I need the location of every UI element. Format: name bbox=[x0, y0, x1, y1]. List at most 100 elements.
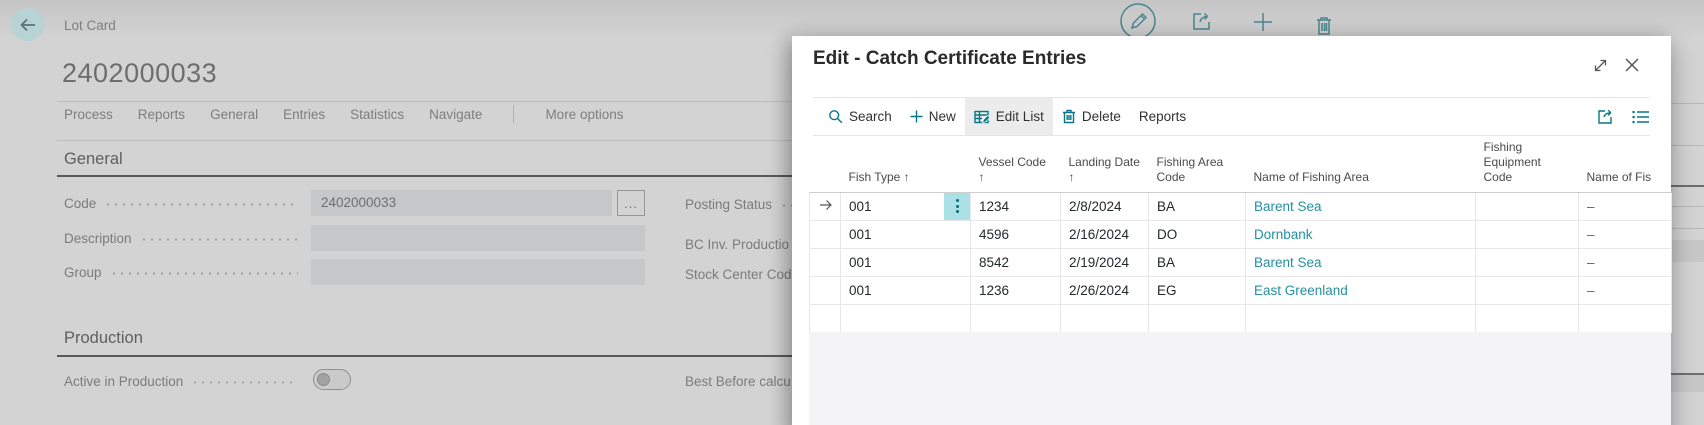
section-heading-production: Production bbox=[64, 329, 143, 348]
menu-item-process[interactable]: Process bbox=[64, 107, 113, 122]
dotted-leader bbox=[104, 203, 298, 206]
plus-icon bbox=[910, 110, 923, 123]
edit-list-button[interactable]: Edit List bbox=[965, 98, 1053, 135]
table-row: 001 8542 2/19/2024 BA Barent Sea – bbox=[810, 248, 1672, 276]
fishing-area-name-cell[interactable]: Dornbank bbox=[1246, 220, 1476, 248]
table-empty-row bbox=[810, 304, 1672, 332]
close-dialog-button[interactable] bbox=[1621, 54, 1643, 76]
fishing-area-code-cell[interactable]: EG bbox=[1149, 276, 1246, 304]
stock-center-label: Stock Center Cod bbox=[685, 267, 792, 282]
equipment-code-cell[interactable] bbox=[1476, 276, 1579, 304]
view-options-icon[interactable] bbox=[1632, 109, 1650, 125]
equipment-name-cell[interactable]: – bbox=[1579, 220, 1672, 248]
fishing-area-code-cell[interactable]: BA bbox=[1149, 248, 1246, 276]
fishing-area-code-cell[interactable]: BA bbox=[1149, 192, 1246, 220]
row-pointer-cell bbox=[810, 248, 841, 276]
group-label: Group bbox=[64, 265, 102, 280]
share-icon[interactable] bbox=[1596, 107, 1617, 126]
code-input[interactable]: 2402000033 bbox=[311, 190, 612, 216]
active-in-production-toggle[interactable] bbox=[313, 369, 351, 390]
screen: Lot Card 2402000033 Process Reports Gene… bbox=[0, 0, 1704, 425]
new-button[interactable]: New bbox=[901, 98, 965, 135]
page-caption: Lot Card bbox=[64, 18, 116, 33]
landing-date-cell[interactable]: 2/16/2024 bbox=[1061, 220, 1149, 248]
col-header-fish-type[interactable]: Fish Type ↑ bbox=[841, 136, 971, 192]
col-header-vessel-code[interactable]: Vessel Code ↑ bbox=[971, 136, 1061, 192]
fishing-area-code-cell[interactable]: DO bbox=[1149, 220, 1246, 248]
production-section-rule bbox=[57, 355, 792, 357]
code-lookup-button[interactable]: ... bbox=[617, 190, 645, 216]
col-header-landing-date[interactable]: Landing Date ↑ bbox=[1061, 136, 1149, 192]
group-field-row: Group bbox=[64, 265, 304, 280]
equipment-name-cell[interactable] bbox=[1579, 304, 1672, 332]
fishing-area-name-cell[interactable]: Barent Sea bbox=[1246, 192, 1476, 220]
col-header-fishing-area-name[interactable]: Name of Fishing Area bbox=[1246, 136, 1476, 192]
equipment-code-cell[interactable] bbox=[1476, 192, 1579, 220]
group-input[interactable] bbox=[311, 259, 645, 285]
table-header-row: Fish Type ↑ Vessel Code ↑ Landing Date ↑… bbox=[810, 136, 1672, 192]
vessel-code-cell[interactable]: 1234 bbox=[971, 192, 1061, 220]
row-pointer-header bbox=[810, 136, 841, 192]
fish-type-cell[interactable]: 001 bbox=[841, 220, 971, 248]
search-button[interactable]: Search bbox=[819, 98, 901, 135]
menu-item-entries[interactable]: Entries bbox=[283, 107, 325, 122]
equipment-code-cell[interactable] bbox=[1476, 304, 1579, 332]
vessel-code-cell[interactable]: 8542 bbox=[971, 248, 1061, 276]
delete-button[interactable]: Delete bbox=[1053, 98, 1130, 135]
col-header-fishing-area-code[interactable]: Fishing Area Code bbox=[1149, 136, 1246, 192]
reports-button[interactable]: Reports bbox=[1130, 98, 1195, 135]
code-field-row: Code bbox=[64, 196, 304, 211]
menu-item-reports[interactable]: Reports bbox=[138, 107, 185, 122]
catch-certificate-entries-dialog: Edit - Catch Certificate Entries Search bbox=[792, 36, 1671, 425]
menu-divider-line bbox=[57, 140, 792, 141]
landing-date-cell[interactable]: 2/19/2024 bbox=[1061, 248, 1149, 276]
equipment-name-cell[interactable]: – bbox=[1579, 248, 1672, 276]
expand-icon bbox=[1592, 57, 1609, 74]
vessel-code-cell[interactable]: 4596 bbox=[971, 220, 1061, 248]
col-header-equipment-code[interactable]: Fishing Equipment Code bbox=[1476, 136, 1579, 192]
trash-icon bbox=[1062, 109, 1076, 124]
table-row: 001 1234 2/8/2024 BA Barent Sea – bbox=[810, 192, 1672, 220]
section-heading-general: General bbox=[64, 150, 123, 169]
equipment-name-cell[interactable]: – bbox=[1579, 192, 1672, 220]
landing-date-cell[interactable]: 2/8/2024 bbox=[1061, 192, 1149, 220]
menu-item-more-options[interactable]: More options bbox=[545, 107, 623, 122]
landing-date-cell[interactable] bbox=[1061, 304, 1149, 332]
equipment-code-cell[interactable] bbox=[1476, 248, 1579, 276]
equipment-code-cell[interactable] bbox=[1476, 220, 1579, 248]
vessel-code-cell[interactable] bbox=[971, 304, 1061, 332]
row-pointer-icon bbox=[818, 198, 834, 212]
code-label: Code bbox=[64, 196, 96, 211]
dialog-toolbar: Search New Edit List Dele bbox=[813, 97, 1650, 136]
table-row: 001 4596 2/16/2024 DO Dornbank – bbox=[810, 220, 1672, 248]
fish-type-cell[interactable]: 001 bbox=[841, 248, 971, 276]
fish-type-cell[interactable]: 001 bbox=[841, 192, 971, 220]
action-menu: Process Reports General Entries Statisti… bbox=[64, 105, 623, 123]
back-arrow-icon bbox=[17, 14, 39, 36]
menu-item-statistics[interactable]: Statistics bbox=[350, 107, 404, 122]
catch-certificate-table: Fish Type ↑ Vessel Code ↑ Landing Date ↑… bbox=[809, 136, 1672, 333]
col-header-equipment-name[interactable]: Name of Fis bbox=[1579, 136, 1672, 192]
fish-type-cell[interactable]: 001 bbox=[841, 276, 971, 304]
landing-date-cell[interactable]: 2/26/2024 bbox=[1061, 276, 1149, 304]
fishing-area-name-cell[interactable]: East Greenland bbox=[1246, 276, 1476, 304]
grid-empty-area bbox=[809, 332, 1671, 425]
equipment-name-cell[interactable]: – bbox=[1579, 276, 1672, 304]
menu-item-navigate[interactable]: Navigate bbox=[429, 107, 482, 122]
dotted-leader bbox=[191, 381, 298, 384]
back-button[interactable] bbox=[11, 8, 44, 41]
fishing-area-code-cell[interactable] bbox=[1149, 304, 1246, 332]
edit-pencil-icon[interactable] bbox=[1119, 2, 1157, 40]
expand-dialog-button[interactable] bbox=[1589, 54, 1611, 76]
description-input[interactable] bbox=[311, 225, 645, 251]
share-icon[interactable] bbox=[1189, 9, 1215, 33]
add-icon[interactable] bbox=[1252, 11, 1274, 33]
vessel-code-cell[interactable]: 1236 bbox=[971, 276, 1061, 304]
cell-options-dots[interactable] bbox=[944, 193, 970, 220]
fishing-area-name-cell[interactable]: Barent Sea bbox=[1246, 248, 1476, 276]
menu-item-general[interactable]: General bbox=[210, 107, 258, 122]
fish-type-cell[interactable] bbox=[841, 304, 971, 332]
delete-icon[interactable] bbox=[1314, 15, 1334, 37]
row-pointer-cell bbox=[810, 220, 841, 248]
fishing-area-name-cell[interactable] bbox=[1246, 304, 1476, 332]
